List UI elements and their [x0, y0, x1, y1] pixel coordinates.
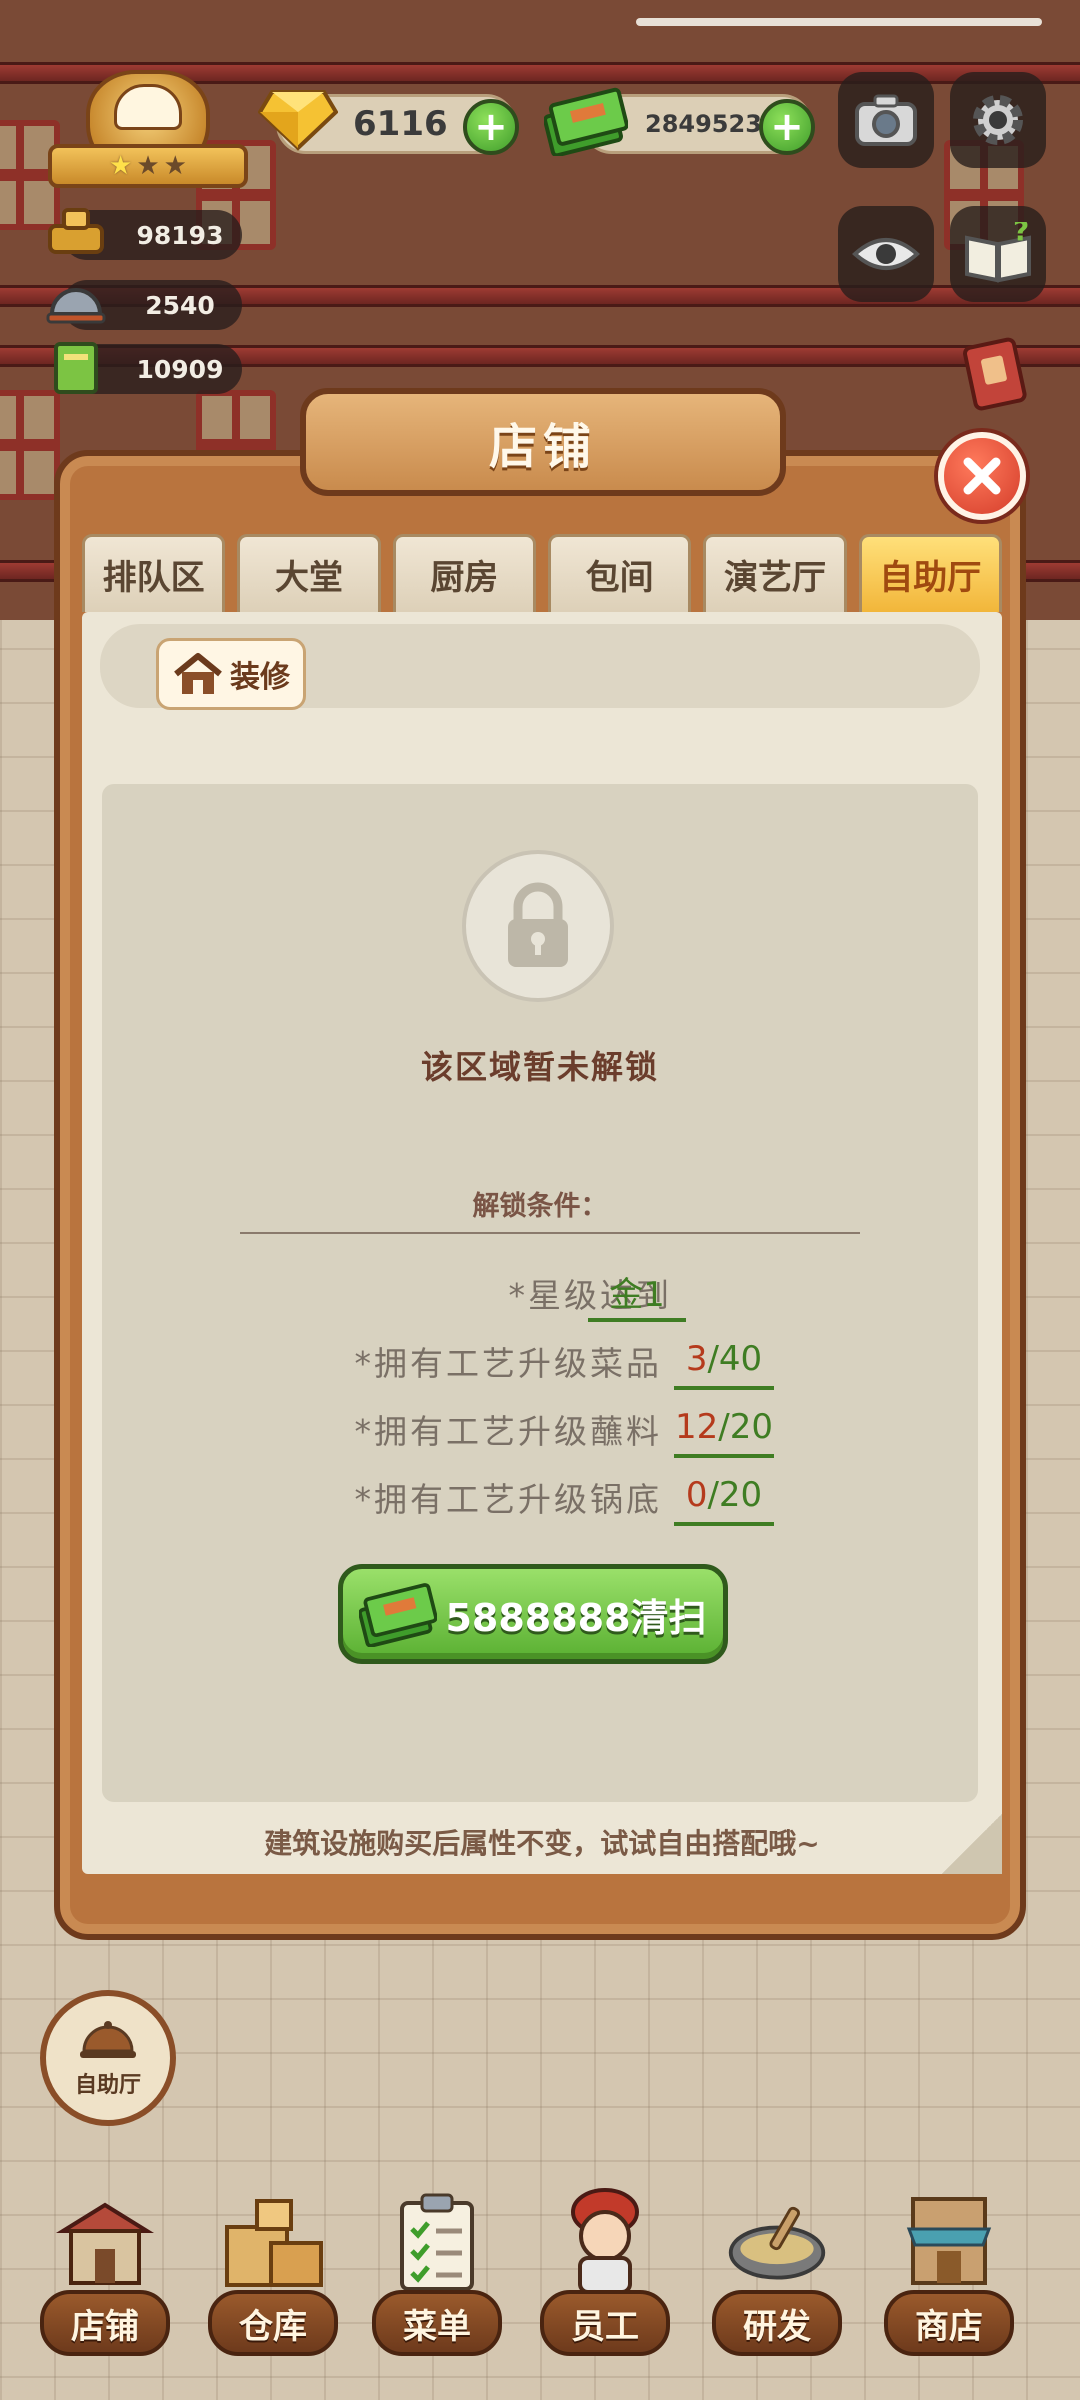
condition-label: *拥有工艺升级菜品	[354, 1344, 662, 1383]
recipe-book-icon	[54, 342, 98, 394]
stat-dish-value: 2540	[145, 290, 215, 320]
condition-soup-bases: *拥有工艺升级锅底	[162, 1468, 662, 1526]
camera-button[interactable]	[838, 72, 934, 168]
tab-kitchen[interactable]: 厨房	[392, 534, 536, 612]
star-icon: ★	[163, 151, 187, 181]
progress-current: 12	[675, 1407, 719, 1447]
gem-count: 6116	[353, 104, 448, 144]
serving-cloche-icon	[46, 288, 106, 324]
cash-stack-icon	[359, 1583, 438, 1647]
page-curl	[942, 1814, 1002, 1874]
svg-text:?: ?	[1013, 222, 1029, 247]
add-gems-button[interactable]: +	[463, 99, 519, 155]
help-book-icon: ?	[965, 222, 1031, 283]
locked-area: 该区域暂未解锁 解锁条件： *星级达到 金1 *拥有工艺升级菜品 3/40 *拥…	[102, 784, 978, 1802]
nav-staff[interactable]: 员工	[540, 2180, 670, 2370]
tab-lobby[interactable]: 大堂	[237, 534, 381, 612]
nav-shop-label: 店铺	[40, 2290, 170, 2356]
lock-badge	[462, 850, 614, 1002]
progress-target: /20	[707, 1475, 763, 1515]
chef-hat-icon	[114, 84, 182, 130]
gem-icon	[258, 90, 338, 151]
divider	[240, 1232, 860, 1234]
condition-sauces: *拥有工艺升级蘸料	[162, 1400, 662, 1458]
house-icon	[174, 653, 222, 694]
badge-stars: ★ ★ ★	[48, 144, 248, 188]
condition-progress: 0/20	[674, 1468, 774, 1526]
nav-staff-label: 员工	[540, 2290, 670, 2356]
eye-icon	[852, 238, 920, 270]
condition-dishes: *拥有工艺升级菜品	[162, 1332, 662, 1390]
unlock-conditions-title: 解锁条件：	[472, 1191, 608, 1222]
status-bar-indicator	[636, 18, 1042, 26]
condition-label: *拥有工艺升级蘸料	[354, 1412, 662, 1451]
bottom-navigation: 店铺 仓库 菜单 员工 研发 商店	[0, 2180, 1080, 2400]
nav-menu[interactable]: 菜单	[372, 2180, 502, 2370]
progress-current: 0	[685, 1475, 708, 1515]
cash-stack-icon	[544, 87, 628, 156]
footer-tip: 建筑设施购买后属性不变，试试自由搭配哦~	[264, 1827, 820, 1860]
buffet-hall-button[interactable]: 自助厅	[40, 1990, 176, 2126]
clean-button[interactable]: 5888888清扫	[338, 1564, 728, 1664]
stat-food-value: 98193	[136, 220, 224, 250]
tab-content-panel: 装修 该区域暂未解锁 解锁条件： *星级达到 金1 *拥有工艺升级菜品 3/40	[82, 612, 1002, 1874]
buffet-hall-label: 自助厅	[74, 2073, 141, 2098]
dialog-title: 店铺	[300, 388, 786, 496]
decorate-button[interactable]: 装修	[156, 638, 306, 710]
progress-current: 3	[685, 1339, 708, 1379]
serving-cloche-icon	[80, 2021, 136, 2058]
close-icon	[963, 457, 1001, 495]
condition-progress: 12/20	[674, 1400, 774, 1458]
camera-icon	[855, 94, 917, 146]
store-front-icon	[896, 2186, 1002, 2296]
clean-button-label: 5888888清扫	[445, 1595, 707, 1640]
tab-buffet-hall[interactable]: 自助厅	[858, 534, 1002, 612]
condition-progress: 3/40	[674, 1332, 774, 1390]
research-pot-icon	[724, 2186, 830, 2296]
star-level-value: 金1	[609, 1274, 665, 1315]
restaurant-level-badge[interactable]: ★ ★ ★	[48, 64, 248, 194]
nav-research-label: 研发	[712, 2290, 842, 2356]
progress-target: /40	[707, 1339, 763, 1379]
shop-building-icon	[52, 2186, 158, 2296]
settings-button[interactable]	[950, 72, 1046, 168]
progress-target: /20	[718, 1407, 773, 1447]
stat-book-value: 10909	[136, 354, 224, 384]
red-book-icon	[963, 337, 1027, 411]
shop-tabs: 排队区 大堂 厨房 包间 演艺厅 自助厅	[82, 534, 1002, 614]
star-icon: ★	[136, 151, 160, 181]
guide-button[interactable]: ?	[950, 206, 1046, 302]
lock-icon	[508, 882, 568, 967]
nav-research[interactable]: 研发	[712, 2180, 842, 2370]
nav-warehouse-label: 仓库	[208, 2290, 338, 2356]
tab-queue-area[interactable]: 排队区	[82, 534, 226, 612]
lattice-window	[0, 390, 60, 500]
nav-store-label: 商店	[884, 2290, 1014, 2356]
menu-book-button[interactable]	[950, 330, 1040, 420]
nav-store[interactable]: 商店	[884, 2180, 1014, 2370]
condition-value: 金1	[588, 1264, 686, 1322]
toolbar: 装修	[100, 624, 980, 710]
staff-chef-icon	[552, 2186, 658, 2296]
locked-message: 该区域暂未解锁	[420, 1048, 659, 1086]
decorate-label: 装修	[230, 660, 290, 695]
close-button[interactable]	[938, 432, 1026, 520]
warehouse-boxes-icon	[220, 2186, 326, 2296]
add-cash-button[interactable]: +	[759, 99, 815, 155]
nav-shop[interactable]: 店铺	[40, 2180, 170, 2370]
tab-performance-hall[interactable]: 演艺厅	[703, 534, 847, 612]
star-icon: ★	[109, 151, 133, 181]
view-toggle-button[interactable]	[838, 206, 934, 302]
hotpot-icon	[48, 208, 104, 254]
menu-clipboard-icon	[384, 2186, 490, 2296]
tab-private-room[interactable]: 包间	[547, 534, 692, 612]
condition-label: *拥有工艺升级锅底	[354, 1480, 662, 1519]
nav-menu-label: 菜单	[372, 2290, 502, 2356]
gear-icon	[973, 95, 1023, 145]
nav-warehouse[interactable]: 仓库	[208, 2180, 338, 2370]
